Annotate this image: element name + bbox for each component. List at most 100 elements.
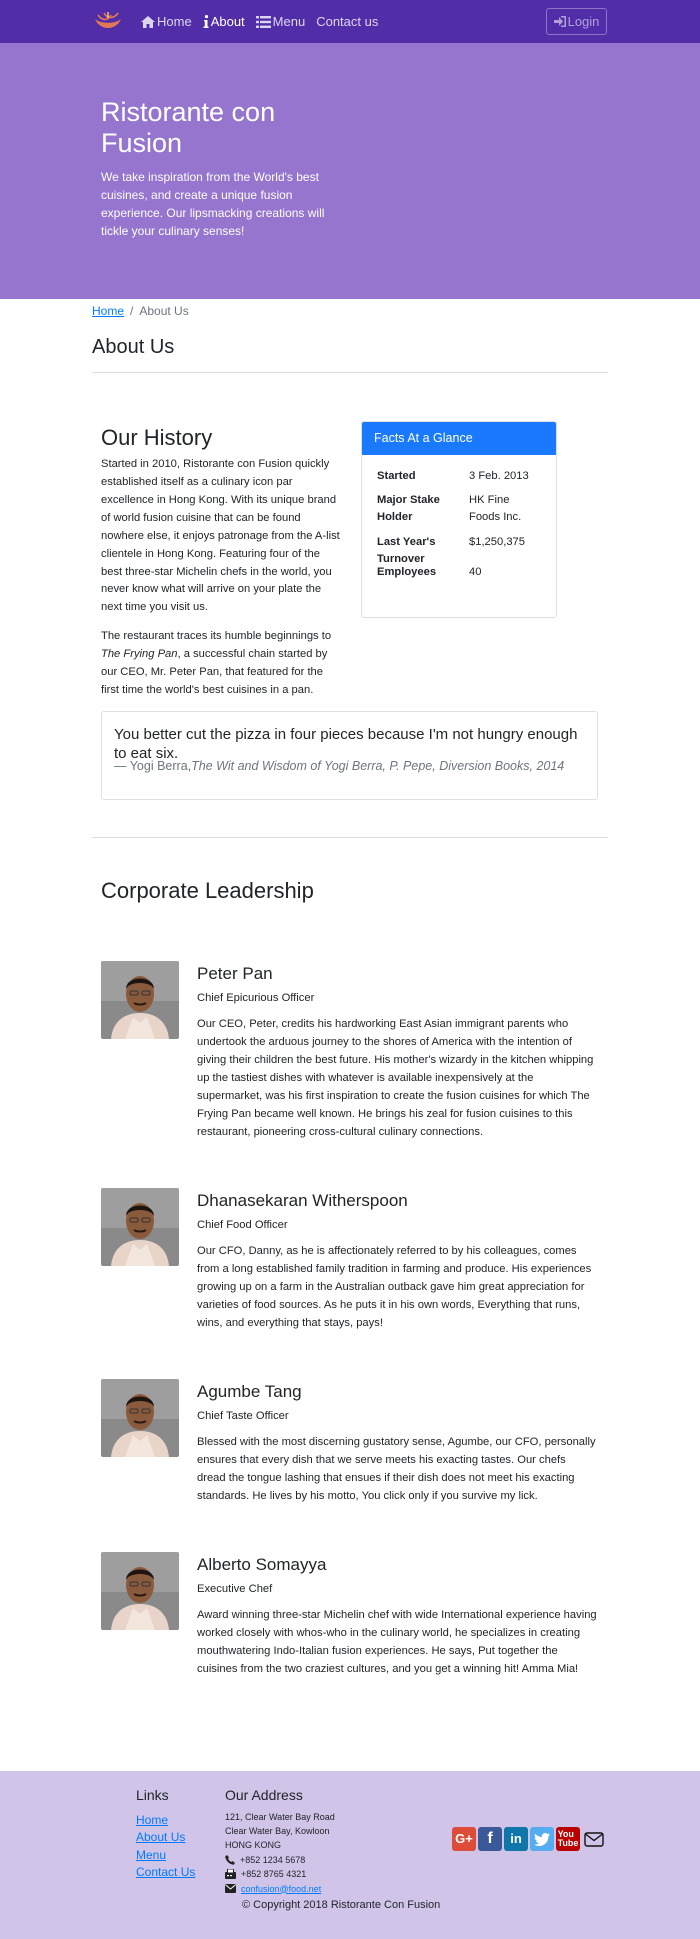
leader-name: Peter Pan	[197, 963, 273, 983]
twitter-bird-icon	[534, 1832, 550, 1846]
leader-photo	[101, 960, 179, 1039]
fact-row: Started 3 Feb. 2013	[377, 468, 541, 485]
quote-attribution: — Yogi Berra,The Wit and Wisdom of Yogi …	[114, 757, 585, 776]
login-label: Login	[567, 14, 600, 29]
leader-description: Blessed with the most discerning gustato…	[197, 1435, 596, 1502]
leader-description: Our CFO, Danny, as he is affectionately …	[197, 1245, 592, 1329]
nav-home-label: Home	[157, 13, 192, 29]
fax-number: +852 8765 4321	[241, 1869, 307, 1880]
fact-value: 40	[469, 565, 482, 578]
quote-author: — Yogi Berra,	[114, 758, 192, 773]
restaurant-logo[interactable]	[92, 9, 124, 35]
leader-role: Chief Taste Officer	[197, 1410, 289, 1423]
nav-about-label: About	[210, 13, 245, 29]
leader-body: Peter Pan Chief Epicurious Officer Our C…	[197, 961, 597, 1142]
breadcrumb: Home / About Us	[92, 302, 608, 320]
history-paragraph-2: The restaurant traces its humble beginni…	[101, 628, 340, 700]
leader-description: Award winning three-star Michelin chef w…	[197, 1608, 597, 1675]
footer-link-menu[interactable]: Menu	[136, 1847, 195, 1864]
fact-value: 3 Feb. 2013	[469, 469, 529, 482]
footer-link-home[interactable]: Home	[136, 1812, 195, 1829]
leader-item: Peter Pan Chief Epicurious Officer Our C…	[101, 960, 608, 1142]
leader-description: Our CEO, Peter, credits his hardworking …	[197, 1018, 594, 1138]
email-link[interactable]: confusion@food.net	[241, 1882, 321, 1896]
main-content: Home / About Us About Us Our History Sta…	[92, 302, 608, 1679]
breadcrumb-home-link[interactable]: Home	[92, 302, 124, 320]
address-line: Clear Water Bay, Kowloon	[225, 1825, 330, 1836]
footer-link-about[interactable]: About Us	[136, 1829, 195, 1846]
leader-photo	[101, 1187, 179, 1266]
site-footer: Links Home About Us Menu Contact Us Our …	[0, 1771, 700, 1939]
restaurant-tagline: We take inspiration from the World's bes…	[101, 170, 325, 239]
nav-menu-label: Menu	[272, 13, 306, 29]
social-links: G+ f in You Tube	[452, 1827, 608, 1851]
quote-source: The Wit and Wisdom of Yogi Berra, P. Pep…	[191, 758, 565, 773]
nav-about[interactable]: About	[203, 12, 245, 32]
nav-contact[interactable]: Contact us	[316, 12, 378, 32]
leader-item: Agumbe Tang Chief Taste Officer Blessed …	[101, 1378, 608, 1506]
login-button[interactable]: Login	[546, 8, 607, 35]
leader-body: Alberto Somayya Executive Chef Award win…	[197, 1552, 597, 1679]
address-line: HONG KONG	[225, 1839, 282, 1850]
youtube-icon[interactable]: You Tube	[556, 1827, 580, 1851]
phone-number: +852 1234 5678	[240, 1854, 306, 1865]
history-p2-italic: The Frying Pan	[101, 648, 178, 661]
fact-label: Started	[377, 469, 416, 482]
navbar: Home About Menu Contact us Login	[0, 0, 700, 43]
sign-in-icon	[553, 16, 566, 27]
breadcrumb-separator: /	[130, 304, 134, 318]
history-paragraph-1: Started in 2010, Ristorante con Fusion q…	[101, 458, 340, 614]
leader-name: Dhanasekaran Witherspoon	[197, 1190, 408, 1210]
quote-card: You better cut the pizza in four pieces …	[101, 710, 598, 800]
fact-value: HK Fine Foods Inc.	[469, 494, 522, 524]
facts-card-body: Started 3 Feb. 2013 Major Stake Holder HK …	[362, 455, 556, 601]
leader-name: Agumbe Tang	[197, 1381, 302, 1401]
fax-icon	[225, 1869, 236, 1880]
leadership-title: Corporate Leadership	[101, 877, 314, 903]
page-title: About Us	[92, 332, 608, 373]
email-line: confusion@food.net	[225, 1882, 335, 1896]
footer-links: Links Home About Us Menu Contact Us	[136, 1785, 195, 1882]
list-icon	[255, 15, 271, 28]
fax-line: +852 8765 4321	[225, 1867, 335, 1881]
address-line: 121, Clear Water Bay Road	[225, 1812, 335, 1822]
mail-icon[interactable]	[582, 1827, 606, 1851]
section-divider	[92, 836, 608, 838]
facebook-icon[interactable]: f	[478, 1827, 502, 1851]
info-icon	[203, 15, 209, 28]
twitter-icon[interactable]	[530, 1827, 554, 1851]
leader-photo	[101, 1551, 179, 1630]
history-title: Our History	[101, 425, 213, 450]
leader-item: Alberto Somayya Executive Chef Award win…	[101, 1551, 608, 1679]
leader-body: Dhanasekaran Witherspoon Chief Food Offi…	[197, 1188, 597, 1333]
nav-home[interactable]: Home	[141, 12, 192, 32]
linkedin-icon[interactable]: in	[504, 1827, 528, 1851]
history-text: Our History Started in 2010, Ristorante …	[101, 421, 340, 711]
nav-menu[interactable]: Menu	[255, 12, 306, 32]
facts-card: Facts At a Glance Started 3 Feb. 2013 Maj…	[361, 421, 557, 618]
google-plus-icon[interactable]: G+	[452, 1827, 476, 1851]
fact-row: Major Stake Holder HK Fine Foods Inc.	[377, 492, 541, 527]
leader-role: Chief Epicurious Officer	[197, 992, 315, 1005]
leader-role: Chief Food Officer	[197, 1219, 288, 1232]
facts-card-header: Facts At a Glance	[362, 422, 556, 455]
footer-link-contact[interactable]: Contact Us	[136, 1864, 195, 1881]
fact-label: Employees	[377, 565, 437, 578]
phone-line: +852 1234 5678	[225, 1853, 335, 1867]
footer-address: Our Address 121, Clear Water Bay Road Cl…	[225, 1785, 335, 1896]
copyright: © Copyright 2018 Ristorante Con Fusion	[242, 1899, 441, 1911]
nav-contact-label: Contact us	[316, 13, 379, 29]
home-icon	[141, 15, 155, 28]
footer-address-title: Our Address	[225, 1787, 303, 1803]
restaurant-title: Ristorante con Fusion	[101, 97, 276, 159]
fact-row: Employees 40	[377, 564, 541, 581]
phone-icon	[225, 1855, 235, 1865]
fact-label: Major Stake Holder	[377, 494, 440, 524]
leader-body: Agumbe Tang Chief Taste Officer Blessed …	[197, 1379, 597, 1506]
envelope-outline-icon	[584, 1831, 604, 1847]
history-section: Our History Started in 2010, Ristorante …	[92, 421, 608, 711]
leader-item: Dhanasekaran Witherspoon Chief Food Offi…	[101, 1187, 608, 1333]
footer-links-title: Links	[136, 1787, 169, 1803]
jumbotron: Ristorante con Fusion We take inspiratio…	[0, 43, 700, 299]
breadcrumb-current: About Us	[139, 304, 189, 318]
